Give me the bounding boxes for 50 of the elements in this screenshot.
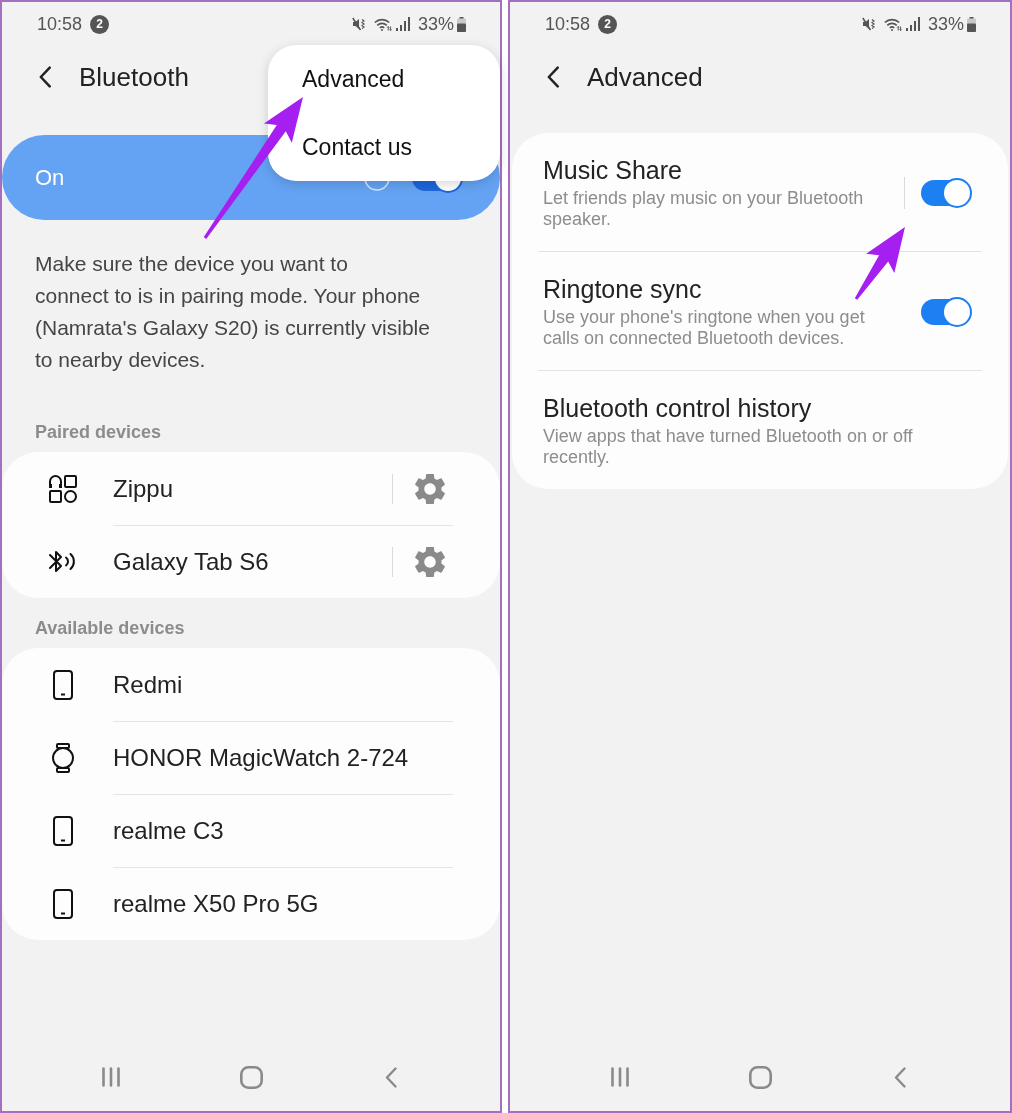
battery-icon [967,16,976,32]
settings-icon[interactable] [415,547,445,577]
device-name[interactable]: HONOR MagicWatch 2-724 [113,744,409,772]
notification-badge: 2 [598,14,618,34]
phone-icon [53,815,73,846]
device-name[interactable]: Redmi [113,670,183,699]
setting-description: Let friends play music on your Bluetooth speaker. [543,188,865,230]
setting-description: Use your phone's ringtone when you get calls on connected Bluetooth devices. [543,307,866,349]
battery-icon [457,16,466,32]
toggle-switch[interactable] [921,177,972,208]
signal-icon [395,17,410,31]
pairing-description: Make sure the device you want to connect to is in pairing mode. Your phone (Namrata's Galaxy S20) is currently visible to nearby devices. [34,251,430,373]
menu-item[interactable]: Advanced [302,65,405,93]
device-name[interactable]: Galaxy Tab S6 [113,548,269,576]
setting-title[interactable]: Bluetooth control history [543,393,812,423]
section-header: Available devices [35,617,185,640]
device-name[interactable]: Zippu [113,474,174,503]
phone-icon [53,888,73,919]
shapes-icon [48,473,78,504]
battery-percent: 33% [927,13,964,35]
status-time: 10:58 [545,13,591,35]
recent-apps-icon[interactable] [101,1067,121,1087]
home-icon[interactable] [748,1065,772,1089]
back-icon[interactable] [38,66,52,88]
bluetooth-icon [48,548,78,575]
home-icon[interactable] [239,1065,263,1089]
setting-title[interactable]: Ringtone sync [543,274,702,304]
wifi-icon [883,17,902,31]
wifi-icon [373,17,392,31]
phone-icon [53,669,73,700]
watch-icon [51,742,75,773]
toggle-switch[interactable] [921,296,972,327]
battery-percent: 33% [417,13,454,35]
device-name[interactable]: realme X50 Pro 5G [113,890,319,918]
recent-apps-icon[interactable] [610,1067,630,1087]
section-header: Paired devices [35,421,162,444]
back-icon[interactable] [546,66,560,88]
setting-description: View apps that have turned Bluetooth on or off recently. [543,426,914,468]
notification-badge: 2 [90,14,110,34]
signal-icon [905,17,920,31]
settings-icon[interactable] [415,473,445,504]
mute-icon [861,17,875,31]
menu-item[interactable]: Contact us [302,133,412,161]
status-time: 10:58 [37,13,83,35]
setting-title[interactable]: Music Share [543,155,682,185]
screen-title: Bluetooth [79,61,189,93]
mute-icon [351,17,365,31]
screen-title: Advanced [587,61,703,93]
switch-label: On [35,164,65,191]
device-name[interactable]: realme C3 [113,817,224,845]
